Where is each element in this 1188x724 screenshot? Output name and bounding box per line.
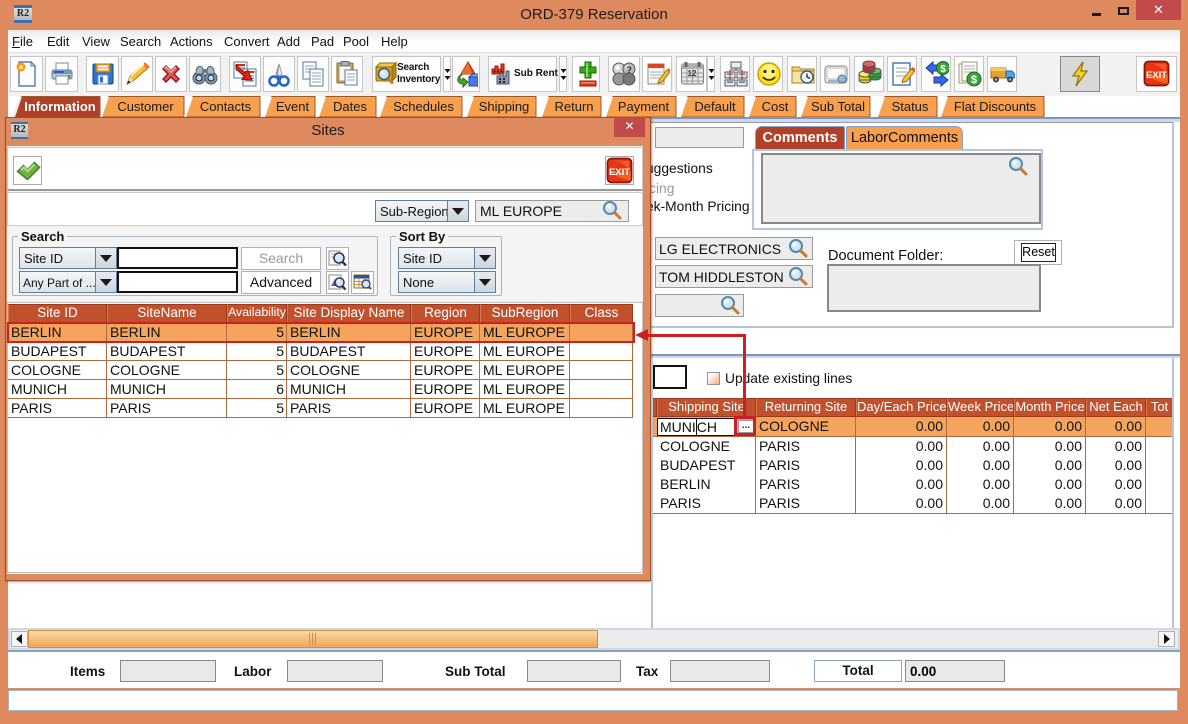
svg-text:Dates: Dates <box>333 99 367 114</box>
svg-text:Return: Return <box>554 99 593 114</box>
svg-text:Sub Total: Sub Total <box>811 99 865 114</box>
svg-text:Event: Event <box>276 99 310 114</box>
svg-text:Contacts: Contacts <box>200 99 252 114</box>
svg-text:Schedules: Schedules <box>393 99 454 114</box>
svg-text:Shipping: Shipping <box>479 99 530 114</box>
svg-text:Payment: Payment <box>618 99 670 114</box>
svg-text:Status: Status <box>892 99 929 114</box>
svg-text:Customer: Customer <box>117 99 174 114</box>
svg-text:Cost: Cost <box>762 99 789 114</box>
svg-text:Flat Discounts: Flat Discounts <box>954 99 1037 114</box>
svg-text:Information: Information <box>24 99 96 114</box>
svg-text:Default: Default <box>694 99 736 114</box>
